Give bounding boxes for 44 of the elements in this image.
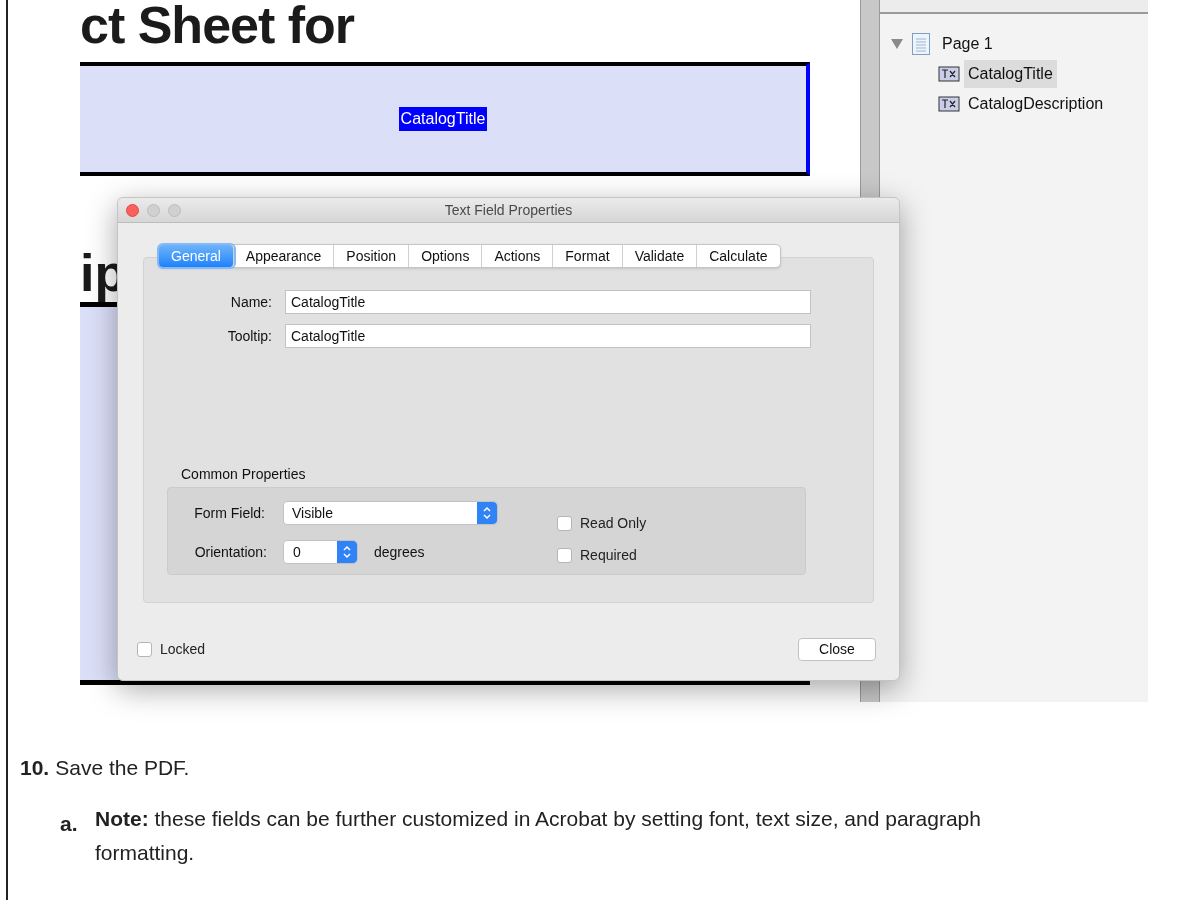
note-text: Note: these fields can be further customized in Acrobat by setting font, text size, and paragraph formatting. — [95, 805, 982, 866]
dropdown[interactable]: 0 — [283, 540, 358, 564]
stepper-icon — [337, 541, 357, 563]
checkbox[interactable] — [137, 642, 152, 657]
field-label: Name: — [229, 292, 272, 312]
group-title: Common Properties — [181, 465, 307, 484]
field-label: CatalogTitle — [398, 107, 488, 131]
checkbox-label: Locked — [160, 640, 206, 659]
checkbox[interactable] — [557, 516, 572, 531]
tree-item[interactable]: CatalogDescription — [964, 90, 1108, 118]
field-label: Orientation: — [193, 542, 268, 562]
step-text: Save the PDF. — [55, 755, 190, 781]
checkbox-label: Required — [580, 546, 637, 565]
tab[interactable]: Validate — [622, 245, 698, 267]
close-button[interactable]: Close — [798, 638, 876, 661]
tree-item[interactable]: Page 1 — [938, 32, 997, 56]
text-field-icon — [938, 66, 960, 82]
text-input[interactable]: CatalogTitle — [285, 324, 811, 348]
step-number: 10. — [20, 755, 50, 781]
text-input[interactable]: CatalogTitle — [285, 290, 811, 314]
stepper-icon — [477, 502, 497, 524]
tab[interactable]: Calculate — [697, 245, 780, 267]
field-label: Tooltip: — [226, 326, 272, 346]
tab[interactable]: Format — [553, 245, 623, 267]
dropdown[interactable]: Visible — [283, 501, 498, 525]
page-icon — [912, 33, 930, 55]
page-heading: ct Sheet for — [80, 0, 356, 56]
tab[interactable]: Options — [409, 245, 483, 267]
window-title: Text Field Properties — [444, 200, 573, 220]
tree-item[interactable]: CatalogTitle — [964, 60, 1057, 88]
unit-label: degrees — [374, 542, 425, 562]
form-field-area[interactable]: CatalogTitle — [80, 62, 810, 176]
tab[interactable]: Position — [334, 245, 410, 267]
checkbox[interactable] — [557, 548, 572, 563]
substep-marker: a. — [60, 810, 79, 837]
text-field-icon — [938, 96, 960, 112]
minimize-icon[interactable] — [147, 203, 160, 217]
tab[interactable]: Actions — [482, 245, 554, 267]
field-label: Form Field: — [193, 503, 266, 523]
zoom-icon[interactable] — [168, 203, 181, 217]
close-icon[interactable] — [126, 203, 139, 217]
disclosure-triangle-icon[interactable] — [890, 39, 904, 49]
tab[interactable]: Appearance — [233, 245, 335, 267]
checkbox-label: Read Only — [580, 514, 647, 533]
